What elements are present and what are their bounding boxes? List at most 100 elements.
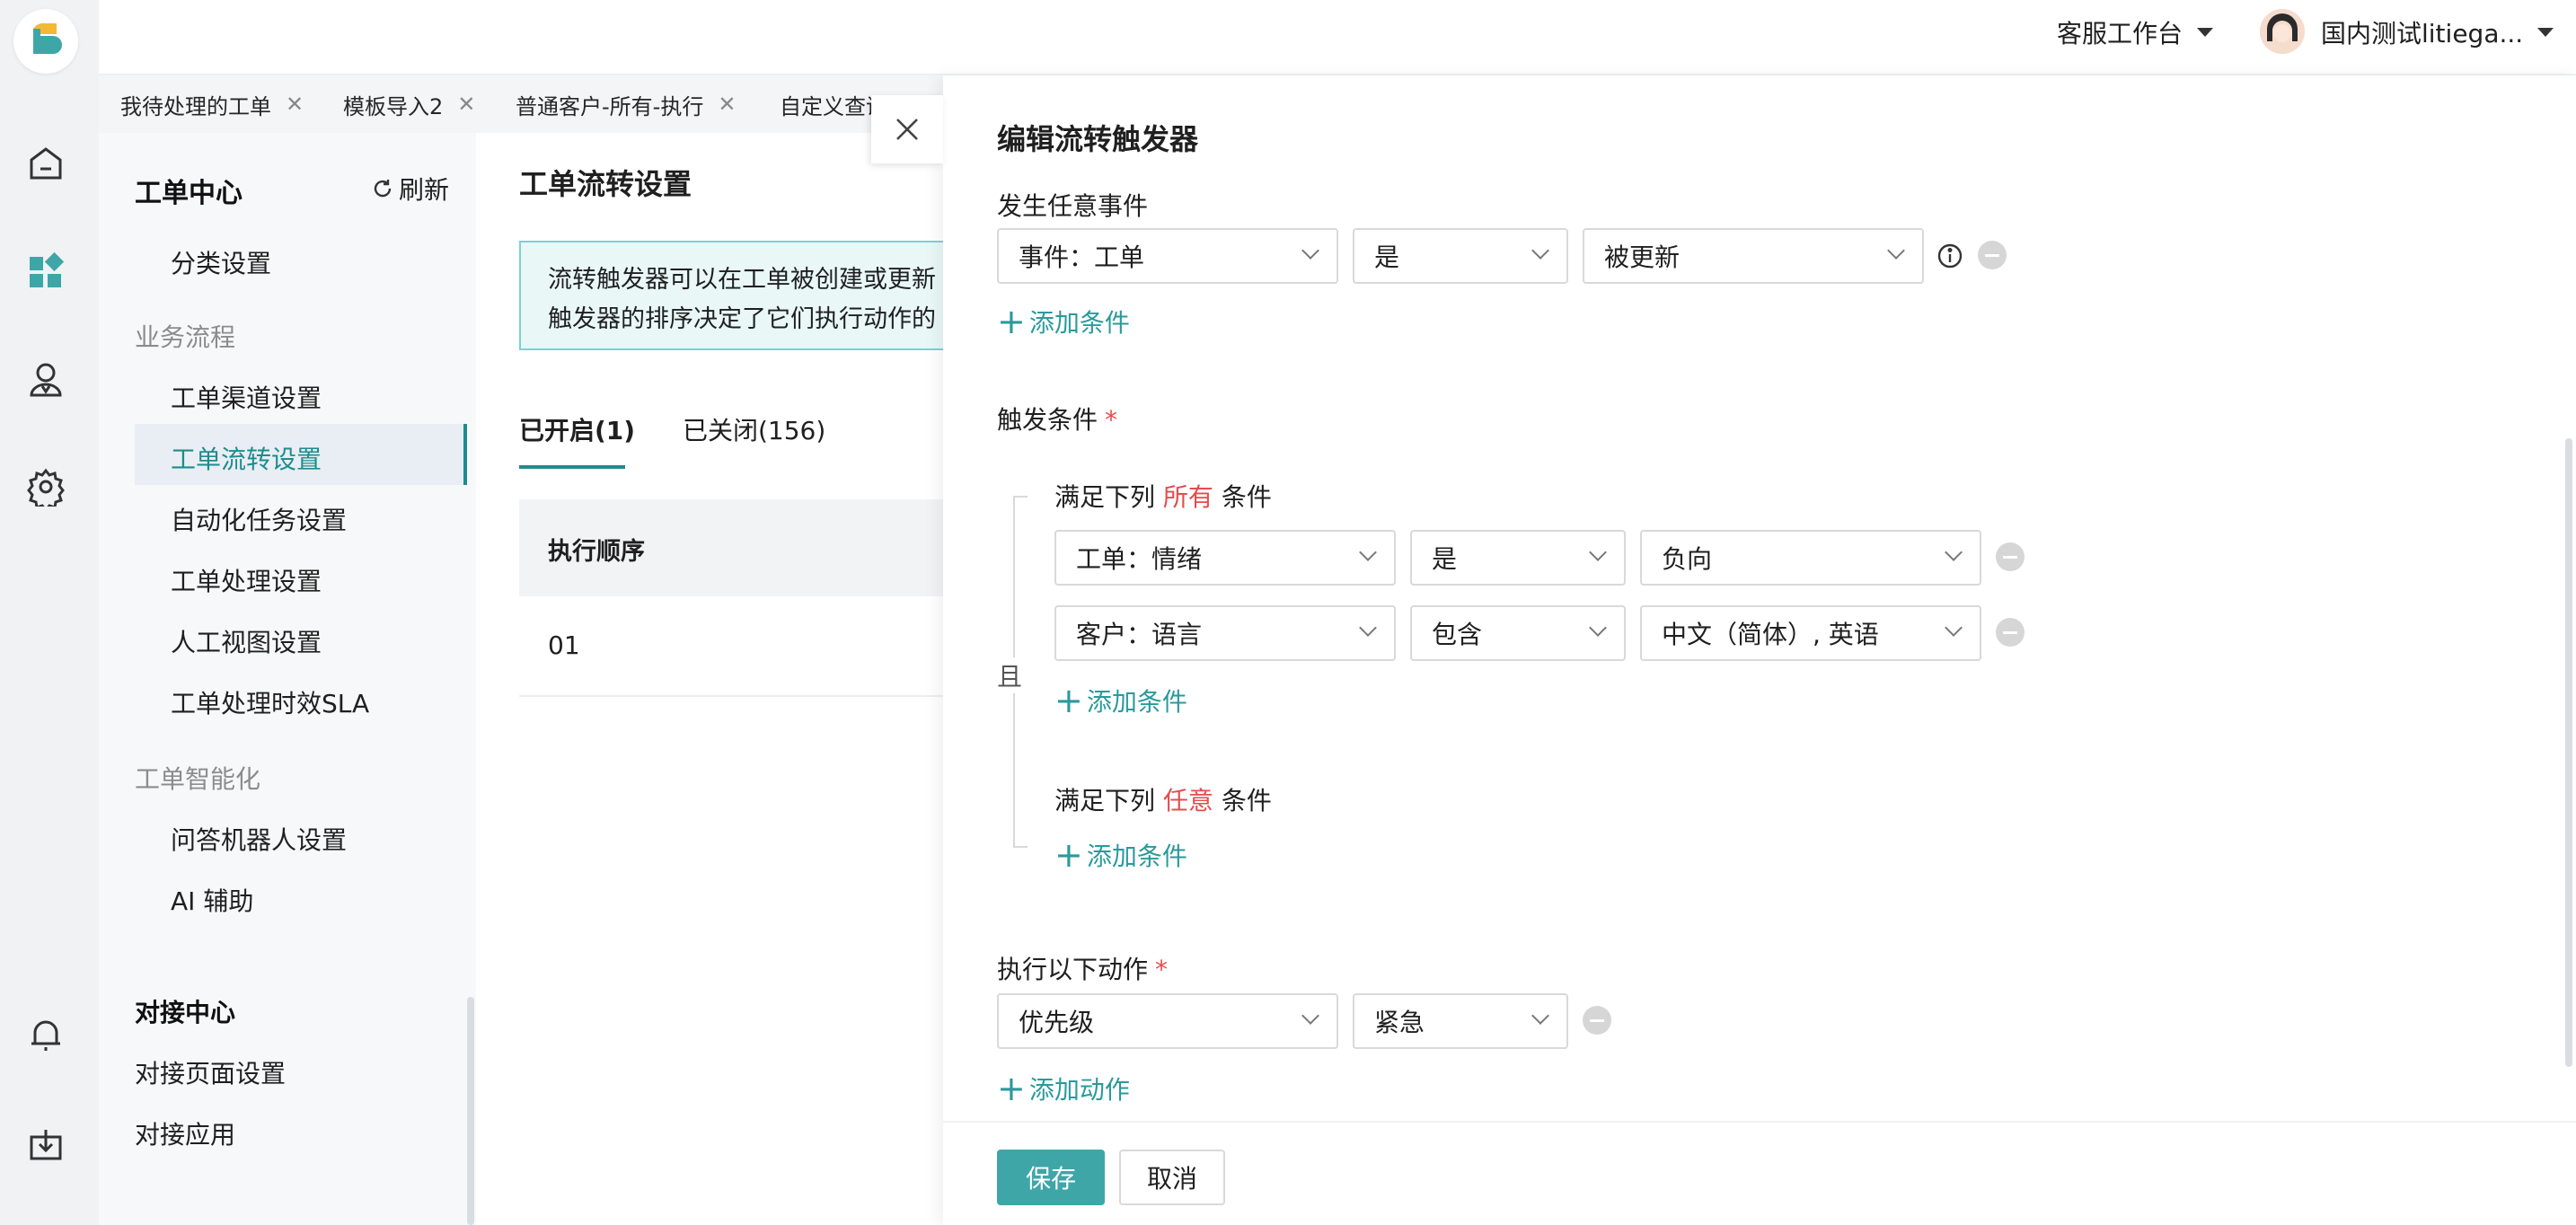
icon-rail	[0, 0, 99, 1225]
sidebar-item-qa-bot[interactable]: 问答机器人设置	[171, 821, 347, 857]
select-value: 客户：语言	[1076, 620, 1203, 649]
condition-2-field-select[interactable]: 客户：语言	[1054, 605, 1396, 661]
table-header: 执行顺序	[519, 499, 968, 596]
sidebar-item-channel[interactable]: 工单渠道设置	[171, 379, 322, 415]
tab-customer-all[interactable]: 普通客户-所有-执行 ✕	[516, 75, 736, 133]
home-icon[interactable]	[22, 140, 69, 187]
column-header-order: 执行顺序	[548, 538, 645, 566]
add-action-label: 添加动作	[1028, 1075, 1130, 1105]
page-title: 工单流转设置	[519, 167, 693, 201]
chevron-down-icon	[1301, 242, 1319, 260]
plus-icon: +	[997, 302, 1026, 341]
sidebar-item-views[interactable]: 人工视图设置	[171, 623, 322, 659]
condition-1-field-select[interactable]: 工单：情绪	[1054, 530, 1396, 586]
heading-prefix: 满足下列	[1054, 786, 1156, 815]
download-icon[interactable]	[22, 1121, 69, 1168]
close-icon	[896, 119, 918, 140]
dashboard-icon[interactable]	[22, 248, 69, 295]
sidebar-scrollbar[interactable]	[467, 997, 474, 1225]
condition-2-operator-select[interactable]: 包含	[1410, 605, 1626, 661]
active-tab-indicator	[519, 465, 625, 469]
heading-suffix: 条件	[1221, 482, 1272, 512]
tab-label: 模板导入2	[343, 93, 444, 119]
table-row[interactable]: 01	[519, 596, 968, 697]
user-menu[interactable]: 国内测试litiega...	[2321, 0, 2554, 65]
close-icon[interactable]: ✕	[718, 92, 736, 117]
agent-icon[interactable]	[22, 356, 69, 402]
tab-enabled[interactable]: 已开启(1)	[519, 411, 635, 447]
refresh-button[interactable]: 刷新	[372, 171, 449, 207]
heading-keyword-any: 任意	[1162, 786, 1213, 815]
avatar[interactable]	[2260, 9, 2305, 54]
close-icon[interactable]: ✕	[286, 92, 304, 117]
sidebar-item-flow[interactable]: 工单流转设置	[171, 440, 322, 476]
refresh-icon	[374, 180, 392, 198]
action-label-text: 执行以下动作	[997, 955, 1149, 984]
sidebar-title: 工单中心	[135, 178, 243, 209]
and-label: 且	[997, 657, 1023, 693]
gear-icon[interactable]	[22, 463, 69, 510]
app-logo[interactable]	[13, 9, 78, 74]
bell-icon[interactable]	[22, 1011, 69, 1058]
all-conditions-heading: 满足下列 所有 条件	[1054, 478, 1272, 514]
action-1-field-select[interactable]: 优先级	[997, 993, 1338, 1049]
sidebar-item-ai-assist[interactable]: AI 辅助	[171, 882, 253, 918]
chevron-down-icon	[1531, 242, 1549, 260]
select-value: 是	[1432, 544, 1458, 574]
sidebar-item-integration-app[interactable]: 对接应用	[135, 1115, 235, 1151]
event-type-select[interactable]: 事件：工单	[997, 228, 1338, 284]
drawer-scrollbar[interactable]	[2565, 438, 2572, 1067]
event-value-select[interactable]: 被更新	[1583, 228, 1924, 284]
select-value: 工单：情绪	[1076, 544, 1203, 574]
chevron-down-icon	[2537, 28, 2554, 37]
refresh-label: 刷新	[399, 175, 450, 205]
cancel-button[interactable]: 取消	[1119, 1150, 1225, 1205]
workspace-switcher[interactable]: 客服工作台	[2057, 0, 2214, 65]
select-value: 事件：工单	[1019, 242, 1145, 272]
remove-event-button[interactable]	[1978, 241, 2007, 269]
chevron-down-icon	[1887, 242, 1905, 260]
sidebar-group-intel: 工单智能化	[135, 764, 261, 794]
info-notice: 流转触发器可以在工单被创建或更新 触发器的排序决定了它们执行动作的	[519, 241, 968, 350]
event-operator-select[interactable]: 是	[1353, 228, 1568, 284]
add-any-condition-link[interactable]: + 添加条件	[1054, 837, 1187, 873]
required-mark: *	[1155, 955, 1169, 984]
action-label: 执行以下动作 *	[997, 950, 1168, 986]
remove-condition-2-button[interactable]	[1996, 618, 2025, 647]
add-all-condition-link[interactable]: + 添加条件	[1054, 683, 1187, 718]
add-action-link[interactable]: + 添加动作	[997, 1071, 1130, 1106]
action-1-value-select[interactable]: 紧急	[1353, 993, 1568, 1049]
tab-label: 普通客户-所有-执行	[516, 93, 704, 119]
condition-1-operator-select[interactable]: 是	[1410, 530, 1626, 586]
any-conditions-heading: 满足下列 任意 条件	[1054, 781, 1272, 817]
remove-condition-1-button[interactable]	[1996, 542, 2025, 571]
select-value: 紧急	[1374, 1008, 1425, 1037]
close-icon[interactable]: ✕	[457, 92, 475, 117]
sidebar-item-processing[interactable]: 工单处理设置	[171, 562, 322, 598]
drawer-close-button[interactable]	[871, 95, 943, 163]
info-icon[interactable]	[1936, 242, 1963, 276]
sidebar-item-sla[interactable]: 工单处理时效SLA	[171, 684, 369, 720]
tab-disabled[interactable]: 已关闭(156)	[683, 411, 825, 447]
sidebar-item-automation[interactable]: 自动化任务设置	[171, 501, 347, 537]
tab-custom-query[interactable]: 自定义查询	[780, 75, 871, 133]
remove-action-1-button[interactable]	[1583, 1006, 1611, 1035]
tab-template-import[interactable]: 模板导入2 ✕	[343, 75, 475, 133]
drawer-title: 编辑流转触发器	[997, 122, 1199, 156]
sidebar-item-integration-page[interactable]: 对接页面设置	[135, 1054, 286, 1090]
trigger-label-text: 触发条件	[997, 405, 1098, 435]
tab-my-pending[interactable]: 我待处理的工单 ✕	[120, 75, 304, 133]
chevron-down-icon	[2197, 28, 2214, 37]
add-event-condition-link[interactable]: + 添加条件	[997, 304, 1130, 339]
trigger-label: 触发条件 *	[997, 401, 1117, 436]
select-value: 被更新	[1604, 242, 1681, 272]
condition-1-value-select[interactable]: 负向	[1640, 530, 1981, 586]
user-name: 国内测试litiega...	[2321, 19, 2524, 48]
sidebar-item-category[interactable]: 分类设置	[171, 244, 271, 280]
save-button[interactable]: 保存	[997, 1150, 1105, 1205]
heading-suffix: 条件	[1221, 786, 1272, 815]
add-condition-label: 添加条件	[1028, 308, 1130, 338]
condition-2-value-select[interactable]: 中文（简体）, 英语	[1640, 605, 1981, 661]
chevron-down-icon	[1301, 1007, 1319, 1025]
row-order: 01	[548, 630, 580, 660]
